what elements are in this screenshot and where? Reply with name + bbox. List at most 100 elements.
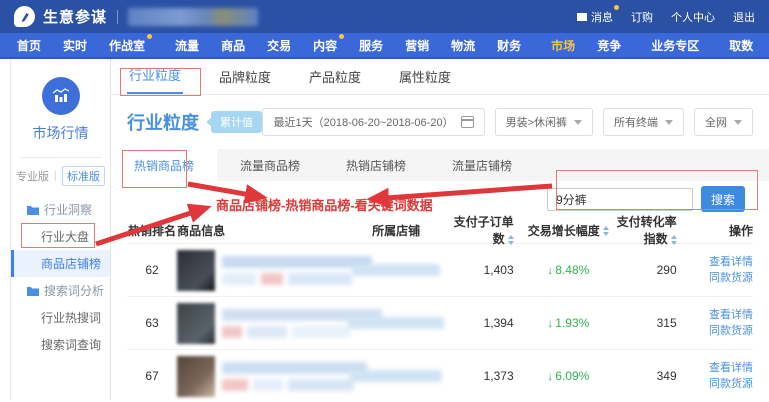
keyword-search-input[interactable] xyxy=(547,188,693,211)
sidebar-item-search-analysis[interactable]: 搜索词分析 xyxy=(11,277,110,304)
subtab-traffic-shops[interactable]: 流量店铺榜 xyxy=(429,149,535,181)
sort-icon[interactable] xyxy=(508,235,514,245)
shop-name-blurred xyxy=(346,370,446,382)
nav-competition[interactable]: 竞争 xyxy=(586,37,632,54)
subtab-hot-products[interactable]: 热销商品榜 xyxy=(111,149,217,181)
subtab-traffic-products[interactable]: 流量商品榜 xyxy=(217,149,323,181)
market-chart-icon xyxy=(42,77,80,115)
nav-finance[interactable]: 财务 xyxy=(486,37,532,54)
search-button[interactable]: 搜索 xyxy=(701,186,745,212)
same-source-link[interactable]: 同款货源 xyxy=(697,376,753,393)
date-range-picker[interactable]: 最近1天（2018-06-20~2018-06-20） xyxy=(262,108,484,136)
nav-warroom[interactable]: 作战室 xyxy=(98,37,156,54)
divider xyxy=(117,10,118,24)
chevron-down-icon xyxy=(574,120,582,125)
product-thumbnail xyxy=(177,250,215,291)
logout-link[interactable]: 退出 xyxy=(733,9,755,25)
product-info-blurred xyxy=(177,250,346,291)
view-detail-link[interactable]: 查看详情 xyxy=(697,360,753,377)
cumulative-value-badge: 累计值 xyxy=(211,111,262,133)
app-title: 生意参谋 xyxy=(43,6,107,27)
header-shop: 所属店铺 xyxy=(346,222,446,239)
version-standard-toggle[interactable]: 标准版 xyxy=(62,166,105,186)
message-icon xyxy=(577,13,587,21)
table-header: 热销排名 商品信息 所属店铺 支付子订单数 交易增长幅度 支付转化率指数 操作 xyxy=(127,217,753,243)
shop-name-blurred xyxy=(346,264,446,276)
sidebar-item-industry-overview[interactable]: 行业大盘 xyxy=(11,223,110,250)
sidebar-item-search-word-query[interactable]: 搜索词查询 xyxy=(11,331,110,358)
order-link[interactable]: 订购 xyxy=(631,9,653,25)
subtab-hot-shops[interactable]: 热销店铺榜 xyxy=(323,149,429,181)
sidebar-title: 市场行情 xyxy=(11,123,110,143)
rank-table: 热销排名 商品信息 所属店铺 支付子订单数 交易增长幅度 支付转化率指数 操作 … xyxy=(127,217,753,402)
terminal-dropdown[interactable]: 所有终端 xyxy=(603,108,684,136)
tab-product-granularity[interactable]: 产品粒度 xyxy=(307,59,363,94)
header-product-info: 商品信息 xyxy=(177,222,346,239)
sidebar-item-industry-insight[interactable]: 行业洞察 xyxy=(11,196,110,223)
nav-goods[interactable]: 商品 xyxy=(210,37,256,54)
nav-market-active[interactable]: 市场 xyxy=(540,37,586,54)
nav-realtime[interactable]: 实时 xyxy=(52,37,98,54)
nav-academy[interactable]: 学院 xyxy=(764,37,769,54)
nav-service[interactable]: 服务 xyxy=(348,37,394,54)
conversion-cell: 315 xyxy=(609,316,697,330)
granularity-tabs: 行业粒度 品牌粒度 产品粒度 属性粒度 xyxy=(111,59,769,95)
growth-cell: ↓1.93% xyxy=(528,316,609,330)
tab-industry-granularity[interactable]: 行业粒度 xyxy=(127,57,183,94)
same-source-link[interactable]: 同款货源 xyxy=(697,270,753,287)
top-bar: 生意参谋 消息 订购 个人中心 退出 xyxy=(0,0,769,33)
down-arrow-icon: ↓ xyxy=(547,316,553,330)
product-thumbnail xyxy=(177,303,215,344)
folder-icon xyxy=(27,286,39,296)
view-detail-link[interactable]: 查看详情 xyxy=(697,307,753,324)
page-title: 行业粒度 xyxy=(127,109,199,135)
rank-subtabs: 热销商品榜 流量商品榜 热销店铺榜 流量店铺榜 xyxy=(111,149,769,181)
conversion-cell: 349 xyxy=(609,369,697,383)
sidebar: 市场行情 专业版 标准版 行业洞察 行业大盘 商品店铺榜 搜索词分析 行业热搜词… xyxy=(10,59,111,400)
product-info-blurred xyxy=(177,356,346,397)
table-row: 63 1,394 ↓1.93% 315 查看详情同款货源 xyxy=(127,296,753,349)
orders-cell: 1,373 xyxy=(446,369,527,383)
nav-content[interactable]: 内容 xyxy=(302,37,348,54)
header-growth: 交易增长幅度 xyxy=(528,222,609,239)
tab-brand-granularity[interactable]: 品牌粒度 xyxy=(217,59,273,94)
blurred-shop-name xyxy=(128,8,258,26)
header-paid-orders: 支付子订单数 xyxy=(446,213,527,247)
tab-attribute-granularity[interactable]: 属性粒度 xyxy=(397,59,453,94)
sidebar-item-hot-search-words[interactable]: 行业热搜词 xyxy=(11,304,110,331)
orders-cell: 1,403 xyxy=(446,263,527,277)
header-conversion-index: 支付转化率指数 xyxy=(609,213,697,247)
badge-dot xyxy=(339,34,344,39)
sort-icon[interactable] xyxy=(671,235,677,245)
calendar-icon xyxy=(461,116,474,128)
sidebar-item-product-shop-rank[interactable]: 商品店铺榜 xyxy=(11,250,110,277)
nav-marketing[interactable]: 营销 xyxy=(394,37,440,54)
nav-home[interactable]: 首页 xyxy=(6,37,52,54)
profile-link[interactable]: 个人中心 xyxy=(671,9,715,25)
nav-trade[interactable]: 交易 xyxy=(256,37,302,54)
version-pro-toggle[interactable]: 专业版 xyxy=(16,168,49,184)
view-detail-link[interactable]: 查看详情 xyxy=(697,254,753,271)
nav-data-fetch[interactable]: 取数 xyxy=(718,37,764,54)
rank-cell: 62 xyxy=(127,263,177,277)
primary-nav: 首页 实时 作战室 流量 商品 交易 内容 服务 营销 物流 财务 市场 竞争 … xyxy=(0,33,769,59)
badge-dot xyxy=(147,34,152,39)
orders-cell: 1,394 xyxy=(446,316,527,330)
table-row: 67 1,373 ↓6.09% 349 查看详情同款货源 xyxy=(127,349,753,402)
nav-business-zone[interactable]: 业务专区 xyxy=(640,37,710,54)
shop-name-blurred xyxy=(346,317,446,329)
messages-link[interactable]: 消息 xyxy=(577,9,613,25)
scope-dropdown[interactable]: 全网 xyxy=(694,108,753,136)
notification-dot xyxy=(614,5,619,10)
app-logo[interactable]: 生意参谋 xyxy=(14,6,107,27)
pen-logo-icon xyxy=(14,6,35,27)
sort-icon[interactable] xyxy=(603,226,609,236)
table-row: 62 1,403 ↓8.48% 290 查看详情同款货源 xyxy=(127,243,753,296)
nav-logistics[interactable]: 物流 xyxy=(440,37,486,54)
category-dropdown[interactable]: 男装>休闲裤 xyxy=(495,108,593,136)
folder-icon xyxy=(27,205,39,215)
growth-cell: ↓8.48% xyxy=(528,263,609,277)
main-content: 行业粒度 品牌粒度 产品粒度 属性粒度 行业粒度 累计值 最近1天（2018-0… xyxy=(111,59,769,400)
same-source-link[interactable]: 同款货源 xyxy=(697,323,753,340)
nav-traffic[interactable]: 流量 xyxy=(164,37,210,54)
